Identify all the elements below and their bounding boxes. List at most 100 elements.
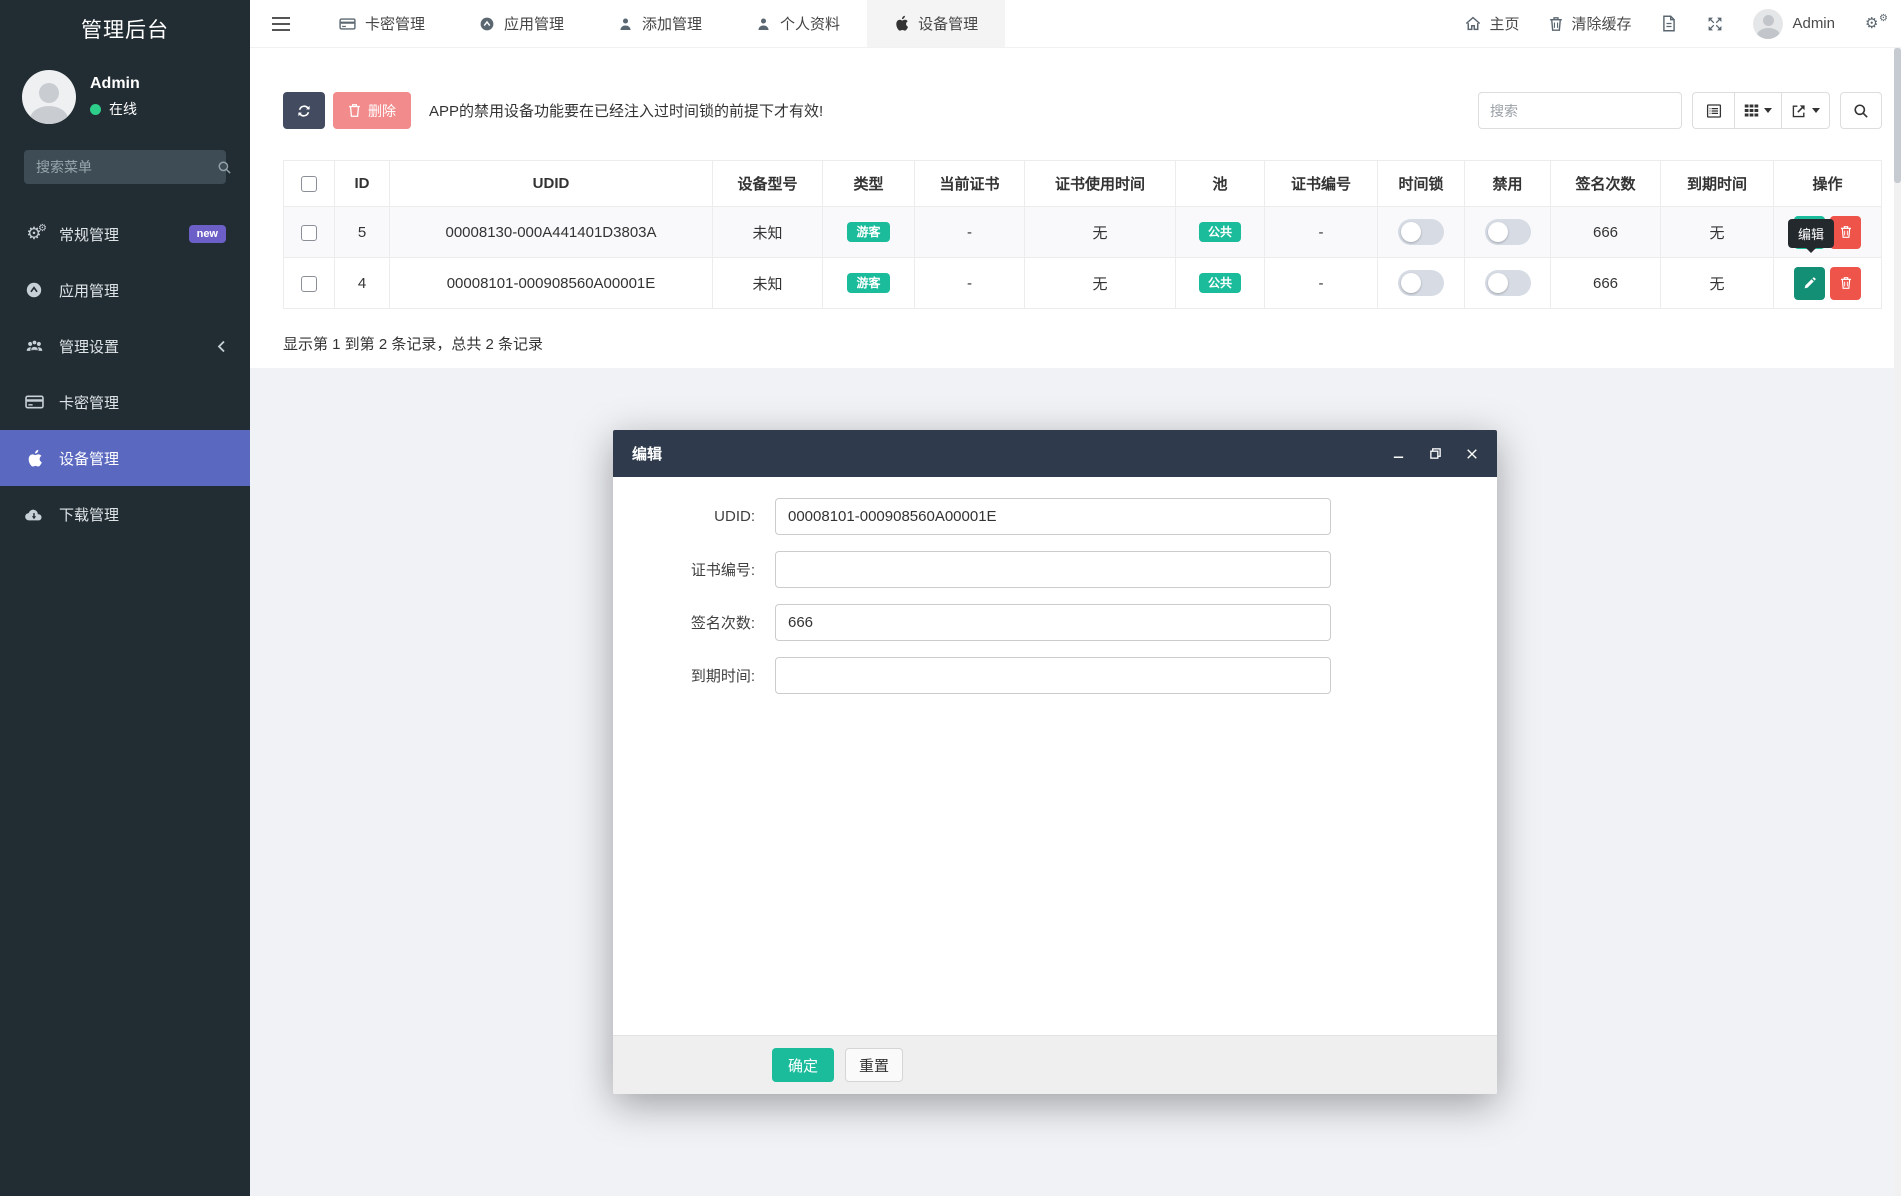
nav-tabs: 卡密管理 应用管理 添加管理 个人资料 设备管理 xyxy=(312,0,1006,47)
edit-button[interactable] xyxy=(1794,266,1825,300)
refresh-icon xyxy=(298,104,310,117)
scrollbar-thumb[interactable] xyxy=(1894,48,1901,183)
settings-button[interactable]: ⚙ ⚙ xyxy=(1865,13,1888,33)
column-header-model: 设备型号 xyxy=(712,160,823,207)
tab-add-management[interactable]: 添加管理 xyxy=(591,0,729,47)
column-header-cert: 当前证书 xyxy=(914,160,1025,207)
cell-expire: 无 xyxy=(1660,257,1774,309)
modal-footer: 确定 重置 xyxy=(613,1035,1497,1094)
sidebar-search-input[interactable] xyxy=(36,159,217,175)
sign-count-field[interactable] xyxy=(775,604,1331,641)
hamburger-icon xyxy=(272,22,290,25)
avatar xyxy=(22,70,76,124)
warning-text: APP的禁用设备功能要在已经注入过时间锁的前提下才有效! xyxy=(429,103,824,120)
sidebar-item-card[interactable]: 卡密管理 xyxy=(0,374,250,430)
sidebar-item-download[interactable]: 下载管理 xyxy=(0,486,250,542)
page-scrollbar[interactable] xyxy=(1894,48,1901,1196)
sidebar-item-label: 卡密管理 xyxy=(59,394,120,412)
admin-page: 管理后台 Admin 在线 ⚙⚙ 常规管理 new xyxy=(0,0,1901,1196)
confirm-button[interactable]: 确定 xyxy=(772,1048,835,1082)
search-button[interactable] xyxy=(1840,92,1882,129)
user-icon xyxy=(758,17,769,30)
language-file-button[interactable] xyxy=(1661,15,1677,32)
device-table: ID UDID 设备型号 类型 当前证书 证书使用时间 池 证书编号 时间锁 禁… xyxy=(283,160,1882,309)
cell-cert-no: - xyxy=(1264,206,1378,258)
navbar-right: 主页 清除缓存 Admin ⚙ ⚙ xyxy=(1465,0,1901,47)
navbar-user-menu[interactable]: Admin xyxy=(1753,8,1835,39)
online-dot-icon xyxy=(90,103,101,115)
record-summary: 显示第 1 到第 2 条记录，总共 2 条记录 xyxy=(283,336,544,353)
reset-button[interactable]: 重置 xyxy=(845,1048,904,1082)
detail-view-icon xyxy=(1706,103,1721,118)
sidebar-search xyxy=(24,150,231,184)
sidebar-toggle-button[interactable] xyxy=(250,0,312,47)
sidebar-item-admin-settings[interactable]: 管理设置 xyxy=(0,318,250,374)
minimize-icon[interactable] xyxy=(1392,447,1405,460)
cell-udid: 00008101-000908560A00001E xyxy=(389,257,713,309)
tab-profile[interactable]: 个人资料 xyxy=(729,0,867,47)
columns-button[interactable] xyxy=(1734,92,1781,129)
expire-time-field[interactable] xyxy=(775,657,1331,694)
select-all-checkbox[interactable] xyxy=(301,176,317,193)
column-header-disabled: 禁用 xyxy=(1464,160,1551,207)
export-button[interactable] xyxy=(1781,92,1830,129)
disable-toggle[interactable] xyxy=(1484,270,1531,296)
column-header-sign-count: 签名次数 xyxy=(1550,160,1661,207)
close-icon[interactable] xyxy=(1466,448,1478,460)
tab-device-management[interactable]: 设备管理 xyxy=(867,0,1006,47)
search-icon xyxy=(1854,103,1868,118)
user-panel: Admin 在线 xyxy=(0,54,250,134)
tab-label: 设备管理 xyxy=(918,16,979,33)
sidebar-item-label: 管理设置 xyxy=(59,338,120,356)
time-lock-toggle[interactable] xyxy=(1398,270,1444,296)
time-lock-toggle[interactable] xyxy=(1398,219,1444,245)
cert-no-field[interactable] xyxy=(775,551,1331,588)
trash-icon xyxy=(1840,226,1851,238)
maximize-icon[interactable] xyxy=(1429,447,1442,460)
tab-card-management[interactable]: 卡密管理 xyxy=(312,0,452,47)
new-badge: new xyxy=(188,225,226,243)
cell-cert-no: - xyxy=(1264,257,1378,309)
caret-down-icon xyxy=(1764,108,1772,113)
clear-cache-label: 清除缓存 xyxy=(1571,16,1632,33)
navbar-user-label: Admin xyxy=(1792,15,1835,32)
fullscreen-button[interactable] xyxy=(1707,16,1723,32)
row-checkbox[interactable] xyxy=(301,224,317,241)
type-badge: 游客 xyxy=(847,222,890,242)
tab-label: 应用管理 xyxy=(504,16,565,33)
delete-row-button[interactable] xyxy=(1830,215,1861,249)
udid-field[interactable] xyxy=(775,498,1331,535)
home-label: 主页 xyxy=(1489,16,1520,33)
sidebar-item-device[interactable]: 设备管理 xyxy=(0,430,250,486)
chevron-left-icon xyxy=(217,340,226,353)
sidebar-item-app[interactable]: 应用管理 xyxy=(0,262,250,318)
table-search-input[interactable] xyxy=(1478,92,1682,129)
refresh-button[interactable] xyxy=(283,92,325,129)
row-checkbox[interactable] xyxy=(301,275,317,292)
disable-toggle[interactable] xyxy=(1484,219,1531,245)
expand-icon xyxy=(1709,17,1722,30)
gears-icon: ⚙ xyxy=(1879,12,1888,24)
sidebar-item-label: 下载管理 xyxy=(59,506,120,524)
table-row: 5 00008130-000A441401D3803A 未知 游客 - 无 公共… xyxy=(283,206,1882,258)
cert-no-label: 证书编号: xyxy=(690,562,755,579)
home-link[interactable]: 主页 xyxy=(1465,13,1519,34)
tab-app-management[interactable]: 应用管理 xyxy=(452,0,591,47)
trash-icon xyxy=(349,104,360,117)
apple-icon xyxy=(24,449,44,468)
cell-cert: - xyxy=(914,206,1025,258)
delete-button[interactable]: 删除 xyxy=(333,92,411,129)
clear-cache-link[interactable]: 清除缓存 xyxy=(1549,13,1631,34)
trash-icon xyxy=(1550,16,1563,31)
delete-row-button[interactable] xyxy=(1830,266,1861,300)
home-icon xyxy=(1466,16,1481,31)
top-navbar: 卡密管理 应用管理 添加管理 个人资料 设备管理 主页 清除缓存 Admin ⚙… xyxy=(250,0,1901,48)
sidebar-item-general[interactable]: ⚙ ⚙ 常规管理 new xyxy=(0,206,250,262)
tab-label: 个人资料 xyxy=(780,16,841,33)
detail-view-button[interactable] xyxy=(1692,92,1734,129)
tab-label: 卡密管理 xyxy=(365,16,426,33)
edit-modal: 编辑 UDID: 证书编号: 签名次数: 到期时间: xyxy=(613,430,1497,1094)
toolbar-right xyxy=(1478,92,1882,129)
column-header-id: ID xyxy=(334,160,390,207)
caret-down-icon xyxy=(1812,108,1820,113)
